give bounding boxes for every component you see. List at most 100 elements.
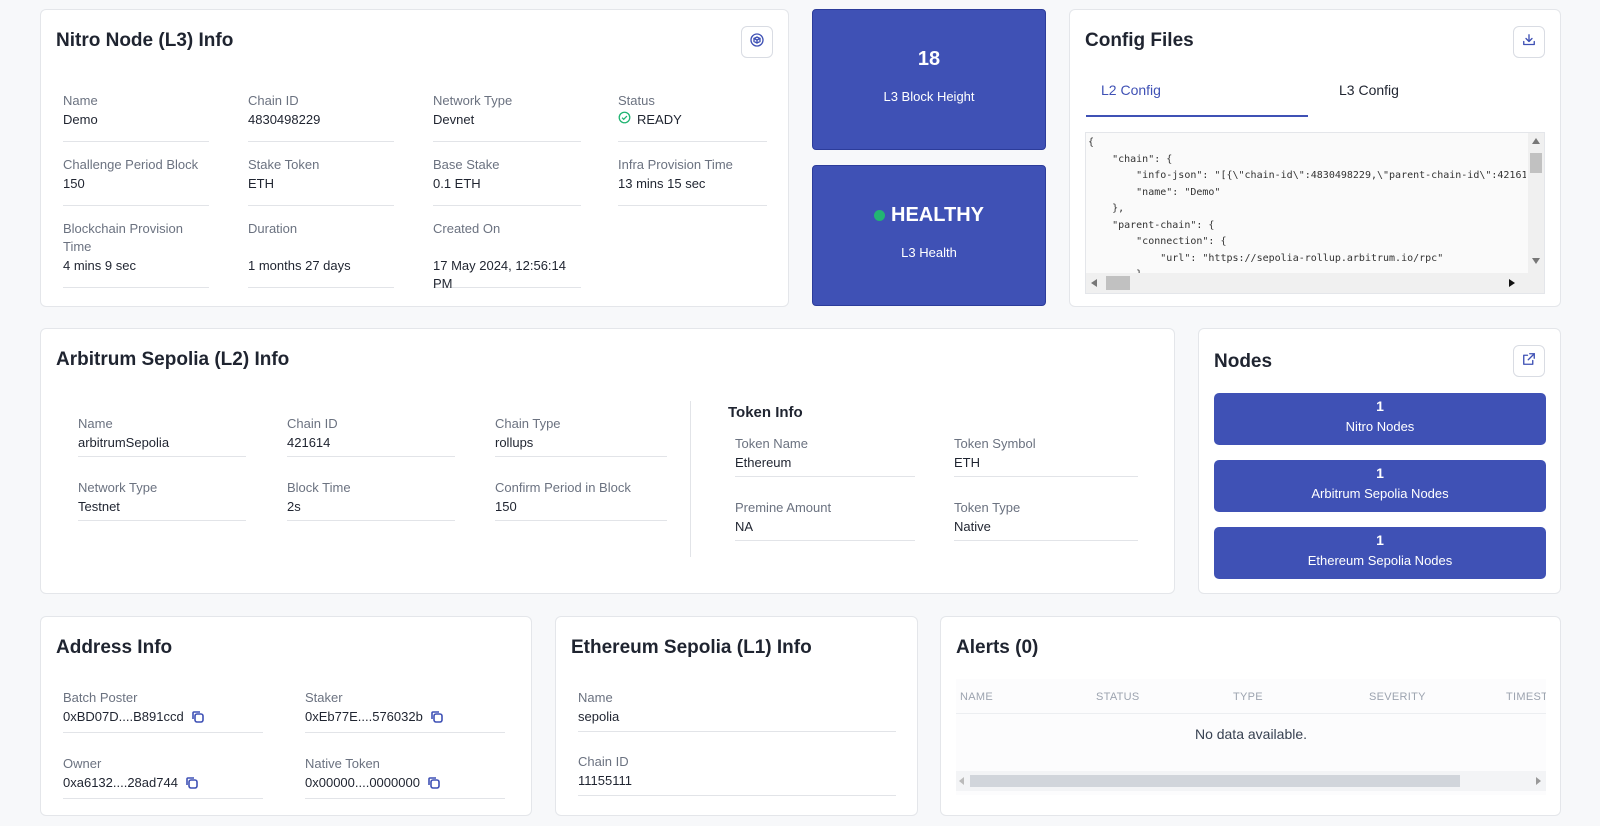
scroll-right-icon[interactable]	[1509, 279, 1515, 287]
l3-chain-id-value: 4830498229	[248, 112, 321, 127]
alerts-header-divider	[956, 713, 1546, 714]
arbitrum-sepolia-nodes-count: 1	[1376, 465, 1384, 481]
premine-field: Premine Amount NA	[735, 499, 915, 541]
token-name-label: Token Name	[735, 436, 808, 451]
l2-token-divider	[690, 401, 691, 557]
owner-value: 0xa6132....28ad744	[63, 775, 178, 790]
l3-name-label: Name	[63, 93, 98, 108]
l3-info-title: Nitro Node (L3) Info	[56, 30, 234, 51]
l3-created-on-label: Created On	[433, 221, 501, 236]
scroll-left-icon[interactable]	[959, 777, 964, 785]
scroll-right-icon[interactable]	[1536, 777, 1541, 785]
copy-icon[interactable]	[184, 775, 200, 791]
copy-icon[interactable]	[429, 709, 445, 725]
column-header-severity[interactable]: SEVERITY	[1369, 691, 1426, 703]
l3-info-card: Nitro Node (L3) Info Name Demo Chain ID …	[40, 9, 789, 307]
l2-chain-type-value: rollups	[495, 435, 534, 450]
staker-field: Staker 0xEb77E....576032b	[305, 689, 505, 733]
l3-network-type-field: Network Type Devnet	[433, 92, 581, 142]
l3-status-value: READY	[637, 112, 682, 127]
horizontal-scroll-thumb[interactable]	[1106, 276, 1130, 290]
l1-name-value: sepolia	[578, 709, 620, 724]
nitro-nodes-button[interactable]: 1 Nitro Nodes	[1214, 393, 1546, 445]
l3-blockchain-time-label: Blockchain Provision Time	[63, 221, 183, 254]
l2-info-title: Arbitrum Sepolia (L2) Info	[56, 349, 290, 370]
nodes-title: Nodes	[1214, 351, 1273, 372]
l2-network-type-label: Network Type	[78, 480, 158, 495]
l3-name-value: Demo	[63, 112, 98, 127]
nitro-nodes-count: 1	[1376, 398, 1384, 414]
l2-confirm-period-value: 150	[495, 499, 517, 514]
copy-icon[interactable]	[190, 709, 206, 725]
l3-infra-time-field: Infra Provision Time 13 mins 15 sec	[618, 156, 767, 206]
staker-value: 0xEb77E....576032b	[305, 709, 423, 724]
address-info-title: Address Info	[56, 637, 173, 658]
config-files-title: Config Files	[1085, 30, 1194, 51]
column-header-timestamp[interactable]: TIMEST	[1506, 691, 1546, 703]
l3-duration-value: 1 months 27 days	[248, 258, 351, 273]
nitro-nodes-label: Nitro Nodes	[1345, 419, 1415, 434]
l2-chain-id-field: Chain ID 421614	[287, 415, 455, 457]
check-circle-icon	[618, 111, 631, 129]
l1-name-label: Name	[578, 690, 613, 705]
external-link-icon	[1520, 350, 1538, 373]
vertical-scrollbar[interactable]	[1528, 133, 1544, 275]
arbitrum-sepolia-nodes-button[interactable]: 1 Arbitrum Sepolia Nodes	[1214, 460, 1546, 512]
scroll-left-icon[interactable]	[1091, 279, 1097, 287]
native-token-field: Native Token 0x00000....0000000	[305, 755, 505, 799]
alerts-horizontal-scrollbar[interactable]	[956, 771, 1546, 791]
l3-challenge-period-field: Challenge Period Block 150	[63, 156, 209, 206]
l3-blockchain-time-field: Blockchain Provision Time 4 mins 9 sec	[63, 220, 209, 288]
tab-l3-config[interactable]: L3 Config	[1339, 82, 1399, 98]
column-header-type[interactable]: TYPE	[1233, 691, 1263, 703]
l3-info-action-button[interactable]	[741, 26, 773, 58]
alerts-scroll-thumb[interactable]	[970, 775, 1460, 787]
column-header-status[interactable]: STATUS	[1096, 691, 1140, 703]
l2-name-value: arbitrumSepolia	[78, 435, 170, 450]
copy-icon[interactable]	[426, 775, 442, 791]
arbitrum-sepolia-nodes-label: Arbitrum Sepolia Nodes	[1311, 486, 1449, 501]
l3-base-stake-field: Base Stake 0.1 ETH	[433, 156, 581, 206]
l3-block-height-label: L3 Block Height	[883, 89, 975, 104]
address-info-card: Address Info Batch Poster 0xBD07D....B89…	[40, 616, 532, 816]
tab-l2-config[interactable]: L2 Config	[1086, 82, 1308, 117]
scroll-down-icon[interactable]	[1532, 258, 1540, 264]
l3-challenge-period-value: 150	[63, 176, 85, 191]
l3-health-value: HEALTHY	[891, 204, 984, 226]
open-nodes-button[interactable]	[1513, 345, 1545, 377]
config-code: { "chain": { "info-json": "[{\"chain-id\…	[1088, 137, 1526, 280]
scroll-up-icon[interactable]	[1532, 138, 1540, 144]
l3-name-field: Name Demo	[63, 92, 209, 142]
owner-field: Owner 0xa6132....28ad744	[63, 755, 263, 799]
l2-block-time-value: 2s	[287, 499, 301, 514]
token-symbol-field: Token Symbol ETH	[954, 435, 1138, 477]
l3-stake-token-field: Stake Token ETH	[248, 156, 394, 206]
l3-status-field: Status READY	[618, 92, 767, 142]
l3-health-label: L3 Health	[901, 245, 957, 260]
column-header-name[interactable]: NAME	[960, 691, 993, 703]
l1-info-title: Ethereum Sepolia (L1) Info	[571, 637, 812, 658]
l1-info-card: Ethereum Sepolia (L1) Info Name sepolia …	[555, 616, 918, 816]
l2-info-card: Arbitrum Sepolia (L2) Info Name arbitrum…	[40, 328, 1175, 594]
l1-name-field: Name sepolia	[578, 689, 896, 732]
l2-chain-id-value: 421614	[287, 435, 331, 450]
horizontal-scrollbar[interactable]	[1086, 273, 1544, 293]
l2-network-type-field: Network Type Testnet	[78, 479, 246, 521]
l3-base-stake-value: 0.1 ETH	[433, 176, 481, 191]
vertical-scroll-thumb[interactable]	[1530, 153, 1542, 173]
l2-chain-type-field: Chain Type rollups	[495, 415, 667, 457]
config-code-viewer[interactable]: { "chain": { "info-json": "[{\"chain-id\…	[1085, 132, 1545, 294]
batch-poster-field: Batch Poster 0xBD07D....B891ccd	[63, 689, 263, 733]
l3-block-height-tile: 18 L3 Block Height	[812, 9, 1046, 150]
l2-name-label: Name	[78, 416, 113, 431]
l2-chain-type-label: Chain Type	[495, 416, 561, 431]
alerts-empty-text: No data available.	[1194, 726, 1308, 742]
cube-icon	[748, 31, 766, 54]
ethereum-sepolia-nodes-button[interactable]: 1 Ethereum Sepolia Nodes	[1214, 527, 1546, 579]
alerts-card: Alerts (0) NAME STATUS TYPE SEVERITY TIM…	[940, 616, 1561, 816]
native-token-label: Native Token	[305, 756, 380, 771]
config-files-card: Config Files L2 Config L3 Config { "chai…	[1069, 9, 1561, 307]
l3-network-type-value: Devnet	[433, 112, 475, 127]
download-config-button[interactable]	[1513, 26, 1545, 58]
l3-duration-label: Duration	[248, 221, 298, 236]
